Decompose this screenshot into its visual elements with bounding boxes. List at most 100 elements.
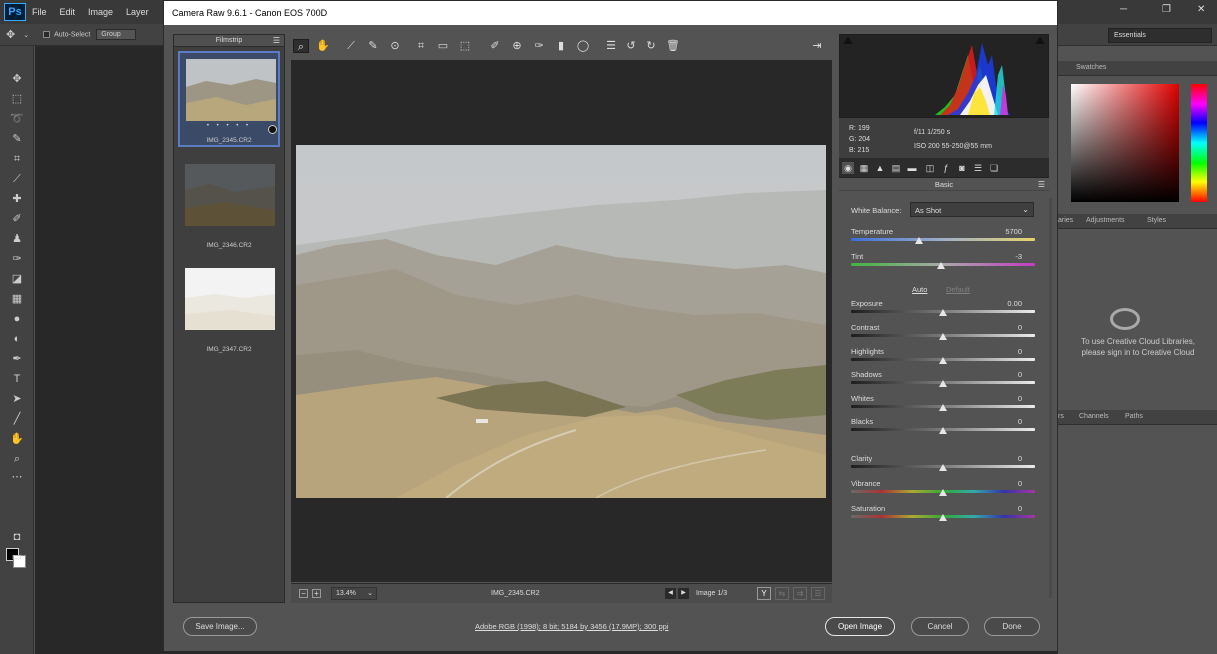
hsl-tab-icon[interactable]: ▤: [890, 162, 902, 174]
crop-icon[interactable]: ⌗: [8, 152, 26, 166]
cancel-button[interactable]: Cancel: [911, 617, 969, 636]
filmstrip-item[interactable]: IMG_2347.CR2: [178, 261, 280, 357]
quick-select-icon[interactable]: ✎: [8, 132, 26, 146]
split-toning-tab-icon[interactable]: ▬: [906, 162, 918, 174]
hand-tool-icon[interactable]: ✋: [315, 39, 331, 53]
tab-paths[interactable]: Paths: [1125, 413, 1143, 420]
screen-mode-icon[interactable]: ▭: [8, 550, 26, 564]
hue-slider[interactable]: [1191, 84, 1207, 202]
type-icon[interactable]: T: [8, 372, 26, 386]
hand-icon[interactable]: ✋: [8, 432, 26, 446]
crop-tool-icon[interactable]: ⌗: [413, 39, 429, 53]
pen-icon[interactable]: ✒: [8, 352, 26, 366]
workspace-select[interactable]: Essentials: [1108, 28, 1212, 43]
filmstrip-menu-icon[interactable]: ☰: [273, 35, 280, 47]
save-image-button[interactable]: Save Image...: [183, 617, 257, 636]
preferences-icon[interactable]: ☰: [603, 39, 619, 53]
menu-layer[interactable]: Layer: [126, 7, 149, 17]
snapshots-tab-icon[interactable]: ❏: [988, 162, 1000, 174]
slider-value[interactable]: 0: [980, 323, 1022, 332]
white-balance-select[interactable]: As Shot ⌄: [910, 202, 1034, 217]
presets-tab-icon[interactable]: ☰: [972, 162, 984, 174]
auto-select-checkbox[interactable]: Auto-Select: [43, 30, 90, 38]
dodge-icon[interactable]: ◐: [8, 332, 26, 346]
auto-link[interactable]: Auto: [912, 285, 927, 294]
slider-thumb[interactable]: [939, 380, 947, 387]
spot-removal-icon[interactable]: ✐: [487, 39, 503, 53]
basic-tab-icon[interactable]: ◉: [842, 162, 854, 174]
workflow-options-link[interactable]: Adobe RGB (1998); 8 bit; 5184 by 3456 (1…: [475, 622, 668, 631]
radial-filter-icon[interactable]: ◯: [575, 39, 591, 53]
color-field[interactable]: [1071, 84, 1179, 202]
tab-libraries[interactable]: aries: [1058, 217, 1073, 224]
slider-thumb[interactable]: [939, 514, 947, 521]
close-icon[interactable]: ✕: [1197, 4, 1205, 15]
tab-channels[interactable]: Channels: [1079, 413, 1109, 420]
zoom-in-button[interactable]: +: [312, 589, 321, 598]
marquee-icon[interactable]: ⬚: [8, 92, 26, 106]
slider-value[interactable]: 0: [980, 454, 1022, 463]
slider-thumb[interactable]: [939, 464, 947, 471]
filmstrip-item[interactable]: IMG_2346.CR2: [178, 157, 280, 253]
effects-tab-icon[interactable]: ƒ: [940, 162, 952, 174]
adjustment-brush-icon[interactable]: ✑: [531, 39, 547, 53]
slider-thumb[interactable]: [939, 489, 947, 496]
more-tools-icon[interactable]: ⋯: [8, 470, 26, 484]
filmstrip-item[interactable]: • • • • • IMG_2345.CR2: [178, 51, 280, 147]
zoom-tool-icon[interactable]: ⌕: [293, 39, 309, 53]
copy-settings-icon[interactable]: ⇉: [793, 587, 807, 600]
lasso-icon[interactable]: ➰: [8, 112, 26, 126]
before-after-toggle[interactable]: Y: [757, 587, 771, 600]
eyedropper-icon[interactable]: ⟋: [8, 172, 26, 186]
slider-value[interactable]: 0: [980, 347, 1022, 356]
tab-styles[interactable]: Styles: [1147, 217, 1166, 224]
tab-layers[interactable]: rs: [1058, 413, 1064, 420]
targeted-adjustment-icon[interactable]: ⊙: [387, 39, 403, 53]
straighten-tool-icon[interactable]: ▭: [435, 39, 451, 53]
rating-stars[interactable]: • • • • •: [180, 123, 278, 129]
stamp-icon[interactable]: ♟: [8, 232, 26, 246]
move-tool-icon[interactable]: ✥: [6, 28, 15, 41]
done-button[interactable]: Done: [984, 617, 1040, 636]
slider-thumb[interactable]: [939, 333, 947, 340]
rotate-right-icon[interactable]: ↻: [643, 39, 659, 53]
history-brush-icon[interactable]: ✑: [8, 252, 26, 266]
menu-image[interactable]: Image: [88, 7, 113, 17]
gradient-icon[interactable]: ▦: [8, 292, 26, 306]
tab-swatches[interactable]: Swatches: [1076, 64, 1106, 71]
slider-value[interactable]: 0: [980, 370, 1022, 379]
slider-thumb[interactable]: [937, 262, 946, 269]
detail-tab-icon[interactable]: ▲: [874, 162, 886, 174]
camera-calibration-tab-icon[interactable]: ◙: [956, 162, 968, 174]
red-eye-icon[interactable]: ⊕: [509, 39, 525, 53]
color-sampler-icon[interactable]: ✎: [365, 39, 381, 53]
zoom-icon[interactable]: ⌕: [8, 452, 26, 466]
previous-image-button[interactable]: ◀: [665, 588, 676, 599]
restore-icon[interactable]: ❐: [1162, 4, 1171, 15]
swap-settings-icon[interactable]: ⇆: [775, 587, 789, 600]
slider-track[interactable]: [851, 238, 1035, 241]
minimize-icon[interactable]: ─: [1120, 4, 1127, 15]
toggle-settings-icon[interactable]: ☰: [811, 587, 825, 600]
slider-value[interactable]: -3: [980, 252, 1022, 261]
slider-value[interactable]: 0: [980, 504, 1022, 513]
lens-corrections-tab-icon[interactable]: ◫: [924, 162, 936, 174]
tone-curve-tab-icon[interactable]: ▦: [858, 162, 870, 174]
open-image-button[interactable]: Open Image: [825, 617, 895, 636]
slider-thumb[interactable]: [939, 309, 947, 316]
blur-icon[interactable]: ●: [8, 312, 26, 326]
move-icon[interactable]: ✥: [8, 72, 26, 86]
panel-menu-icon[interactable]: ☰: [1038, 178, 1045, 191]
path-select-icon[interactable]: ➤: [8, 392, 26, 406]
slider-thumb[interactable]: [939, 404, 947, 411]
next-image-button[interactable]: ▶: [678, 588, 689, 599]
slider-thumb[interactable]: [939, 427, 947, 434]
slider-value[interactable]: 0.00: [980, 299, 1022, 308]
transform-tool-icon[interactable]: ⬚: [457, 39, 473, 53]
group-select[interactable]: Group: [96, 29, 137, 40]
slider-value[interactable]: 0: [980, 479, 1022, 488]
highlight-clipping-icon[interactable]: [1035, 37, 1045, 44]
slider-thumb[interactable]: [939, 357, 947, 364]
menu-edit[interactable]: Edit: [60, 7, 76, 17]
slider-value[interactable]: 0: [980, 417, 1022, 426]
